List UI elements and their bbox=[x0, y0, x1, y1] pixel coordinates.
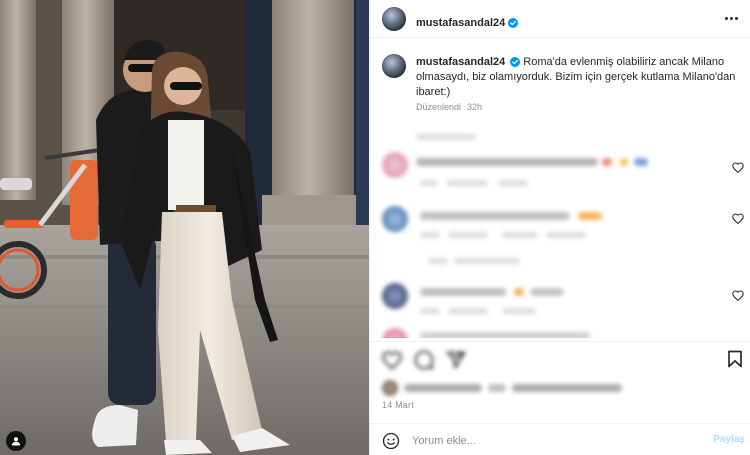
share-icon[interactable] bbox=[446, 350, 466, 370]
post-age[interactable]: 32h bbox=[467, 102, 482, 112]
heart-icon[interactable] bbox=[732, 162, 744, 173]
post-actions-bar bbox=[370, 341, 750, 377]
caption-text: mustafasandal24 Roma'da evlenmiş olabilir… bbox=[416, 55, 738, 100]
post-image bbox=[0, 0, 369, 455]
liked-by-summary[interactable] bbox=[370, 378, 750, 398]
caption-username[interactable]: mustafasandal24 bbox=[416, 56, 505, 68]
emoji-icon[interactable] bbox=[382, 432, 400, 450]
avatar bbox=[382, 206, 408, 232]
heart-icon[interactable] bbox=[732, 290, 744, 301]
avatar bbox=[382, 328, 408, 338]
comment-form: Paylaş bbox=[370, 423, 750, 455]
avatar bbox=[382, 283, 408, 309]
avatar[interactable] bbox=[382, 54, 406, 78]
like-heart-icon[interactable] bbox=[382, 350, 402, 370]
comment-icon[interactable] bbox=[414, 350, 434, 370]
more-options-icon[interactable] bbox=[721, 10, 741, 26]
comment-input[interactable] bbox=[412, 432, 692, 450]
post-photo[interactable] bbox=[0, 0, 369, 455]
post-header: mustafasandal24 bbox=[370, 0, 750, 38]
verified-badge-icon bbox=[508, 18, 519, 28]
user-tag-icon[interactable] bbox=[6, 431, 26, 451]
avatar[interactable] bbox=[382, 7, 406, 31]
bookmark-icon[interactable] bbox=[727, 350, 743, 368]
caption-meta: Düzenlendi 32h bbox=[416, 102, 482, 112]
comments-list bbox=[370, 128, 750, 338]
post-side-panel: mustafasandal24 mustafasandal24 Roma'da e… bbox=[369, 0, 750, 455]
post-comment-button[interactable]: Paylaş bbox=[713, 434, 745, 445]
author-username[interactable]: mustafasandal24 bbox=[416, 17, 505, 29]
post-date[interactable]: 14 Mart bbox=[382, 400, 414, 410]
avatar bbox=[382, 152, 408, 178]
author-username-link[interactable]: mustafasandal24 bbox=[416, 13, 519, 31]
edited-label: Düzenlendi bbox=[416, 102, 462, 112]
heart-icon[interactable] bbox=[732, 213, 744, 224]
verified-badge-icon bbox=[510, 57, 521, 67]
